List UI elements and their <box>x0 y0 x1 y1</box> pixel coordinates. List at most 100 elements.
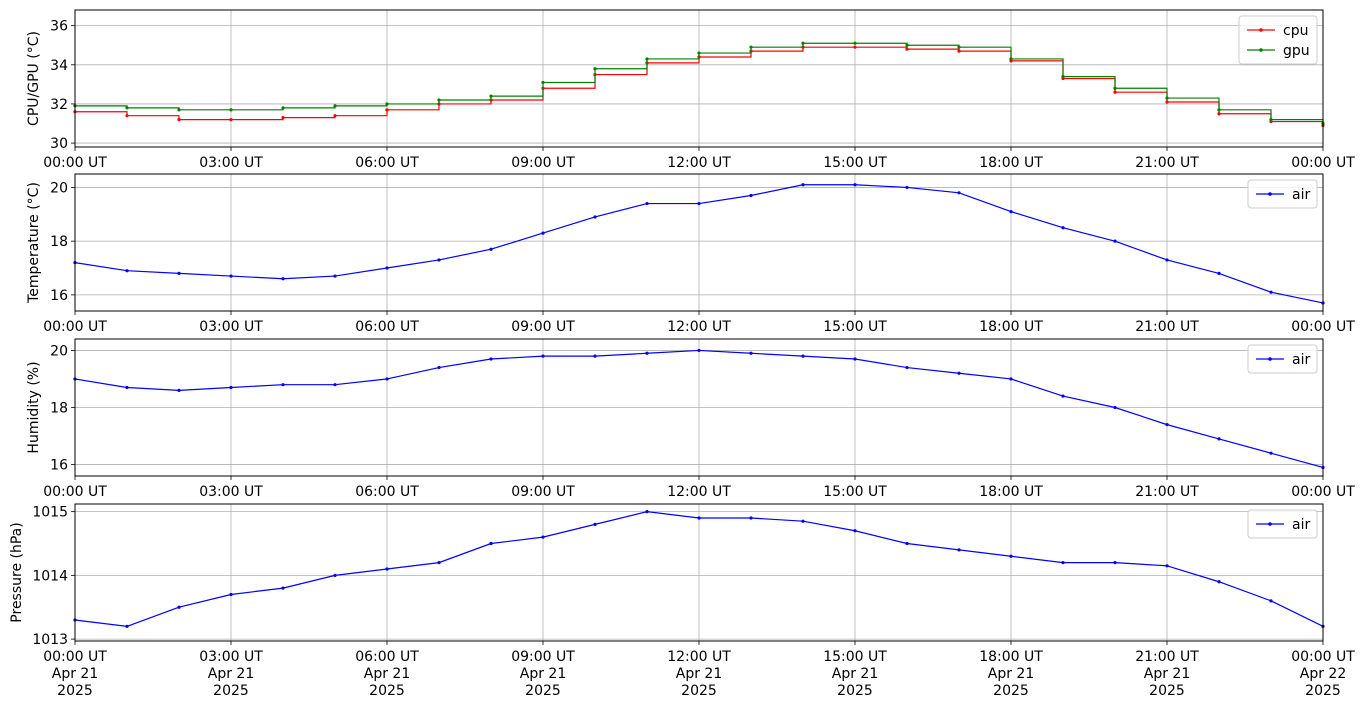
x-tick-label: 21:00 UT <box>1135 649 1199 665</box>
data-point-air <box>177 605 181 609</box>
x-date-label: Apr 21 <box>364 666 410 682</box>
data-point-cpu <box>905 47 909 51</box>
y-tick-label: 16 <box>50 458 68 474</box>
data-point-air <box>489 541 493 546</box>
y-tick-label: 18 <box>50 234 68 250</box>
data-point-air <box>1269 451 1273 455</box>
data-point-air <box>1009 210 1013 214</box>
data-point-air <box>1165 423 1169 427</box>
data-point-gpu <box>541 80 545 85</box>
x-tick-label: 15:00 UT <box>823 319 887 335</box>
data-point-air <box>853 529 857 533</box>
data-point-air <box>905 185 909 190</box>
y-tick-label: 18 <box>50 401 68 417</box>
data-point-cpu <box>333 114 337 118</box>
data-point-air <box>697 516 701 520</box>
data-point-gpu <box>125 106 129 110</box>
data-point-cpu <box>1165 100 1169 104</box>
legend-label-air: air <box>1292 187 1310 203</box>
data-point-gpu <box>281 106 285 110</box>
data-point-air <box>1113 405 1117 410</box>
x-date-label: Apr 22 <box>1300 666 1346 682</box>
x-year-label: 2025 <box>993 683 1029 699</box>
data-point-gpu <box>697 51 701 55</box>
x-tick-label: 12:00 UT <box>667 649 731 665</box>
x-tick-label: 12:00 UT <box>667 155 731 171</box>
x-date-label: Apr 21 <box>52 666 98 682</box>
x-tick-label: 00:00 UT <box>1291 649 1355 665</box>
legend-marker-air <box>1268 192 1272 196</box>
data-point-cpu <box>125 114 129 118</box>
data-point-gpu <box>333 104 337 108</box>
data-point-gpu <box>801 41 805 45</box>
data-point-cpu <box>853 45 857 49</box>
data-point-air <box>749 351 753 355</box>
panel-3: 00:00 UT 03:00 UT 06:00 UT 09:00 UT 12:00 UT… <box>26 338 1355 500</box>
legend-marker-cpu <box>1259 28 1263 32</box>
x-year-label: 2025 <box>837 683 873 699</box>
x-tick-label: 06:00 UT <box>355 484 419 500</box>
data-point-air <box>905 365 909 370</box>
data-point-air <box>437 365 441 370</box>
x-year-label: 2025 <box>1305 683 1341 699</box>
data-point-air <box>489 357 493 361</box>
data-point-air <box>1009 554 1013 558</box>
data-point-air <box>541 231 545 235</box>
x-tick-label: 21:00 UT <box>1135 319 1199 335</box>
data-point-cpu <box>1217 112 1221 116</box>
data-point-air <box>541 354 545 358</box>
y-tick-label: 16 <box>50 288 68 304</box>
data-point-air <box>385 266 389 270</box>
y-axis-label: CPU/GPU (°C) <box>26 31 42 126</box>
data-point-gpu <box>1113 86 1117 90</box>
data-point-air <box>437 561 441 565</box>
data-point-air <box>1165 258 1169 262</box>
data-point-air <box>229 385 233 390</box>
data-point-gpu <box>593 67 597 71</box>
data-point-air <box>1061 226 1065 230</box>
x-tick-label: 00:00 UT <box>1291 319 1355 335</box>
y-tick-label: 32 <box>50 97 68 113</box>
x-tick-label: 18:00 UT <box>979 649 1043 665</box>
data-point-air <box>905 541 909 546</box>
x-tick-label: 09:00 UT <box>511 649 575 665</box>
panel-1: 00:00 UT 03:00 UT 06:00 UT 09:00 UT 12:00 UT… <box>26 9 1355 171</box>
data-point-gpu <box>853 41 857 45</box>
x-tick-label: 15:00 UT <box>823 155 887 171</box>
x-tick-label: 00:00 UT <box>43 484 107 500</box>
x-date-label: Apr 21 <box>988 666 1034 682</box>
data-point-gpu <box>1269 118 1273 122</box>
x-tick-label: 18:00 UT <box>979 484 1043 500</box>
x-tick-label: 03:00 UT <box>199 155 263 171</box>
data-point-gpu <box>489 94 493 98</box>
y-tick-label: 20 <box>50 180 68 196</box>
data-point-gpu <box>437 98 441 102</box>
data-point-air <box>697 348 701 353</box>
data-point-air <box>177 388 181 392</box>
x-tick-label: 09:00 UT <box>511 155 575 171</box>
legend: cpu gpu <box>1238 15 1318 65</box>
data-point-air <box>125 624 129 628</box>
data-point-gpu <box>229 108 233 112</box>
data-point-air <box>749 516 753 520</box>
x-date-label: Apr 21 <box>208 666 254 682</box>
data-point-air <box>801 519 805 523</box>
x-date-label: Apr 21 <box>520 666 566 682</box>
data-point-air <box>957 371 961 375</box>
data-point-air <box>593 215 597 219</box>
data-point-air <box>1061 394 1065 398</box>
x-year-label: 2025 <box>1149 683 1185 699</box>
data-point-air <box>229 274 233 278</box>
data-point-cpu <box>177 118 181 122</box>
data-point-air <box>541 535 545 539</box>
data-point-air <box>1113 561 1117 565</box>
data-point-air <box>749 193 753 198</box>
x-year-label: 2025 <box>213 683 249 699</box>
data-point-air <box>385 377 389 381</box>
data-point-air <box>281 277 285 281</box>
data-point-cpu <box>1113 90 1117 94</box>
data-point-cpu <box>229 118 233 122</box>
x-tick-label: 12:00 UT <box>667 484 731 500</box>
data-point-air <box>281 586 285 590</box>
x-tick-label: 03:00 UT <box>199 319 263 335</box>
